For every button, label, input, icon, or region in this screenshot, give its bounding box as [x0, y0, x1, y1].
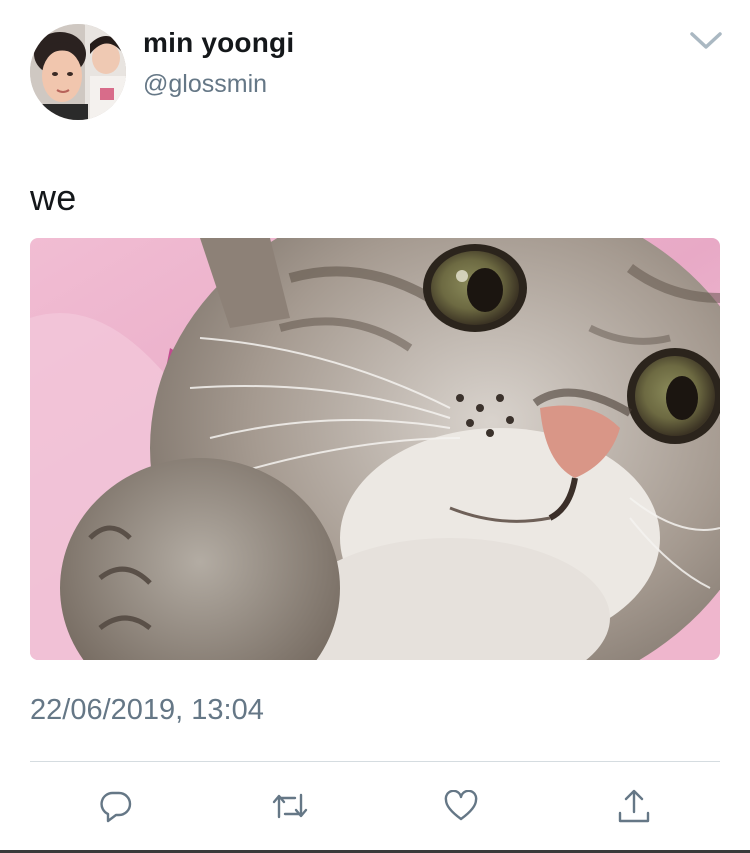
like-button[interactable] — [441, 786, 481, 826]
retweet-icon — [272, 793, 308, 819]
author-display-name[interactable]: min yoongi — [143, 27, 294, 59]
tweet-text: we — [30, 177, 77, 218]
tweet-media-photo[interactable] — [30, 238, 720, 660]
share-button[interactable] — [614, 786, 654, 826]
divider — [30, 761, 720, 762]
retweet-button[interactable] — [270, 786, 310, 826]
share-icon — [618, 789, 650, 823]
author-handle[interactable]: @glossmin — [143, 70, 267, 99]
avatar-photo — [30, 24, 126, 120]
kitten-photo — [30, 238, 720, 660]
tweet-timestamp[interactable]: 22/06/2019, 13:04 — [30, 694, 264, 727]
heart-icon — [444, 790, 478, 821]
chevron-down-icon[interactable] — [686, 26, 726, 54]
reply-button[interactable] — [96, 786, 136, 826]
avatar[interactable] — [30, 24, 126, 120]
reply-icon — [100, 791, 132, 823]
